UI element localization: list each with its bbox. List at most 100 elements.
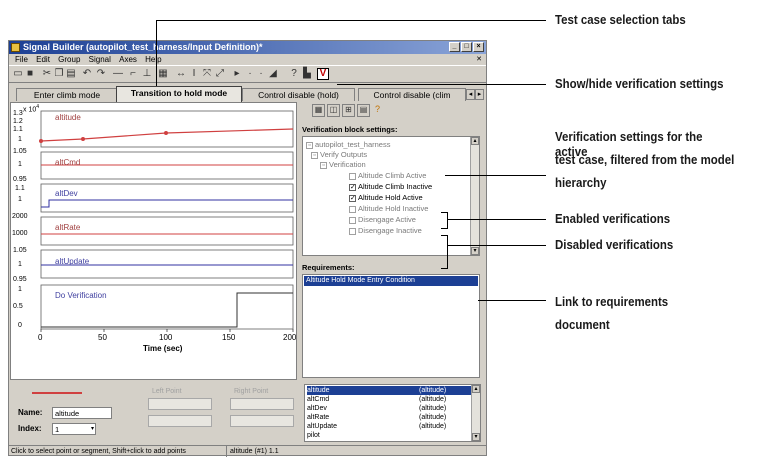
signal-name-do-verification[interactable]: Do Verification	[55, 291, 107, 300]
left-point-x-field	[148, 398, 212, 410]
y-tick: 0.95	[13, 176, 27, 183]
checkbox-checked[interactable]: ✓	[349, 194, 356, 202]
checkbox-checked[interactable]: ✓	[349, 183, 356, 191]
x-axis-label: Time (sec)	[143, 344, 183, 353]
signal-name-altcmd[interactable]: altCmd	[55, 158, 80, 167]
callout-settings-2: test case, filtered from the model	[555, 152, 735, 167]
scroll-up-icon[interactable]: ▴	[472, 385, 480, 393]
altitude-point[interactable]	[81, 137, 85, 141]
name-label: Name:	[18, 408, 43, 417]
y-tick: 1.05	[13, 247, 27, 254]
y-tick: 0.5	[13, 303, 23, 310]
tab-scroll-left-icon[interactable]: ◂	[466, 89, 475, 100]
callout-line	[441, 268, 448, 269]
left-point-label: Left Point	[152, 388, 182, 395]
name-field[interactable]: altitude	[52, 407, 112, 419]
callout-settings-3: hierarchy	[555, 175, 607, 190]
list-item[interactable]: altitude (altitude)	[307, 386, 471, 395]
overview-icon[interactable]: ◫	[327, 104, 340, 117]
callout-line	[156, 20, 157, 91]
tab-control-disable-hold[interactable]: Control disable (hold)	[242, 88, 355, 101]
list-item[interactable]: altDev (altitude)	[307, 404, 471, 413]
callout-tabs: Test case selection tabs	[555, 12, 686, 27]
list-item[interactable]: altRate (altitude)	[307, 413, 471, 422]
block-view-icon[interactable]: ▦	[312, 104, 325, 117]
line-style-sample	[32, 392, 82, 394]
y-tick: 1	[18, 161, 22, 168]
tree-node-enabled[interactable]: ✓ Altitude Climb Inactive	[349, 182, 432, 191]
right-point-x-field	[230, 398, 294, 410]
signal-list-scrollbar[interactable]: ▴ ▾	[471, 385, 480, 441]
tree-node[interactable]: ▫ Verification	[320, 160, 366, 169]
tab-control-disable-climb[interactable]: Control disable (clim	[358, 88, 466, 101]
verification-toolbar: ▦ ◫ ⊞ ▤ ?	[312, 104, 383, 117]
folder-icon: ▫	[306, 141, 313, 149]
tree-scrollbar[interactable]: ▴ ▾	[470, 137, 479, 255]
scroll-up-icon[interactable]: ▴	[471, 137, 479, 145]
tab-scroll-right-icon[interactable]: ▸	[475, 89, 484, 100]
tree-node[interactable]: Altitude Hold Inactive	[349, 204, 428, 213]
verification-header: Verification block settings:	[302, 125, 398, 134]
tree-icon[interactable]: ▤	[357, 104, 370, 117]
tab-transition-to-hold-mode[interactable]: Transition to hold mode	[116, 86, 242, 102]
list-item[interactable]: altUpdate (altitude)	[307, 422, 471, 431]
verification-tree[interactable]: ▫ autopilot_test_harness ▫ Verify Outputs …	[302, 136, 480, 256]
altitude-point[interactable]	[164, 131, 168, 135]
status-point-readout: altitude (#1) 1.1	[226, 446, 279, 457]
tab-enter-climb-mode[interactable]: Enter climb mode	[16, 88, 118, 101]
folder-icon: ▫	[320, 161, 327, 169]
signal-plot-area[interactable]: x 104 1.3 1.2 1.1 1 1.05 1 0.95 1.1 1 20…	[10, 102, 297, 380]
callout-line	[447, 235, 448, 269]
callout-line	[337, 84, 546, 85]
checkbox[interactable]	[349, 172, 356, 180]
scroll-down-icon[interactable]: ▾	[471, 247, 479, 255]
help-bulb-icon[interactable]: ?	[372, 104, 383, 115]
checkbox[interactable]	[349, 227, 356, 235]
test-case-tabs: Enter climb mode Transition to hold mode…	[10, 86, 484, 102]
callout-line	[445, 175, 546, 176]
axes-altdev[interactable]	[40, 183, 294, 213]
y-tick: 1.3	[13, 110, 23, 117]
signal-properties: Left Point Right Point Name: altitude In…	[8, 382, 487, 442]
index-label: Index:	[18, 424, 42, 433]
signal-plots-svg[interactable]	[11, 103, 296, 379]
tree-node[interactable]: ▫ autopilot_test_harness	[306, 140, 390, 149]
checkbox[interactable]	[349, 216, 356, 224]
status-bar: Click to select point or segment, Shift+…	[8, 445, 487, 457]
list-item[interactable]: pilot	[307, 431, 471, 440]
tree-node[interactable]: Altitude Climb Active	[349, 171, 426, 180]
tree-node[interactable]: Disengage Inactive	[349, 226, 422, 235]
x-tick: 150	[222, 333, 236, 342]
scroll-down-icon[interactable]: ▾	[472, 433, 480, 441]
y-tick: 0.95	[13, 276, 27, 283]
y-tick: 1	[18, 196, 22, 203]
altitude-point[interactable]	[39, 139, 43, 143]
index-select[interactable]: 1 ▾	[52, 423, 96, 435]
filter-icon[interactable]: ⊞	[342, 104, 355, 117]
tree-node[interactable]: Disengage Active	[349, 215, 416, 224]
tree-node[interactable]: ▫ Verify Outputs	[311, 150, 367, 159]
right-point-label: Right Point	[234, 388, 269, 395]
left-point-y-field	[148, 415, 212, 427]
x-tick: 100	[159, 333, 173, 342]
list-item[interactable]: altCmd (altitude)	[307, 395, 471, 404]
checkbox[interactable]	[349, 205, 356, 213]
callout-show-hide: Show/hide verification settings	[555, 76, 724, 91]
dropdown-arrow-icon[interactable]: ▾	[91, 424, 94, 435]
tree-node-enabled[interactable]: ✓ Altitude Hold Active	[349, 193, 423, 202]
requirements-header: Requirements:	[302, 263, 355, 272]
signal-name-altupdate[interactable]: altUpdate	[55, 257, 89, 266]
requirement-link[interactable]: Altitude Hold Mode Entry Condition	[304, 276, 478, 286]
callout-disabled: Disabled verifications	[555, 237, 674, 252]
requirements-list[interactable]: Altitude Hold Mode Entry Condition	[302, 274, 480, 378]
callout-line	[478, 300, 546, 301]
callout-link-1: Link to requirements	[555, 294, 669, 309]
signal-name-altitude[interactable]: altitude	[55, 113, 81, 122]
callout-line	[441, 228, 448, 229]
signal-name-altdev[interactable]: altDev	[55, 189, 78, 198]
signal-list[interactable]: altitude (altitude) altCmd (altitude) altD…	[304, 384, 481, 442]
y-tick: 1.05	[13, 148, 27, 155]
y-tick: 1	[18, 261, 22, 268]
signal-name-altrate[interactable]: altRate	[55, 223, 80, 232]
callout-line	[156, 20, 546, 21]
